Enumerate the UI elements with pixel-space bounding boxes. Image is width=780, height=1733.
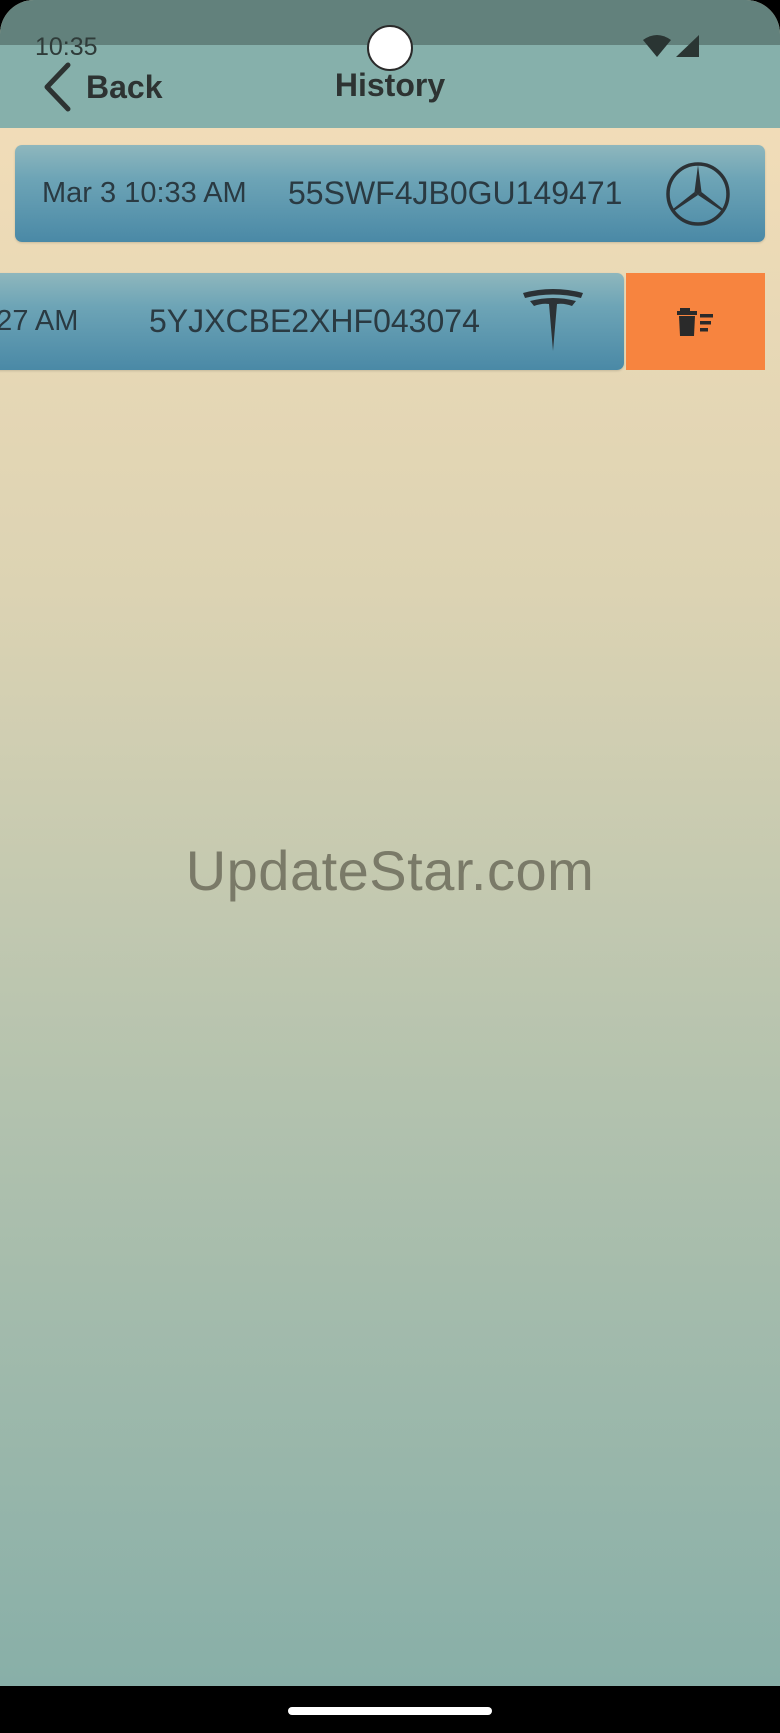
signal-icon — [676, 35, 699, 57]
history-row[interactable]: Mar 3 10:33 AM 55SWF4JB0GU149471 — [15, 145, 765, 242]
home-indicator[interactable] — [288, 1707, 492, 1715]
status-time: 10:35 — [35, 33, 98, 61]
history-row-time: Mar 3 10:33 AM — [42, 177, 247, 209]
tesla-logo-icon — [523, 289, 583, 351]
screen: 10:35 Back History Mar 3 10:33 AM 55SWF4… — [0, 0, 780, 1686]
watermark: UpdateStar.com — [185, 839, 595, 902]
history-row-vin: 55SWF4JB0GU149471 — [288, 175, 623, 211]
history-row-time: 0:27 AM — [0, 305, 79, 337]
history-row[interactable]: 0:27 AM 5YJXCBE2XHF043074 — [0, 273, 624, 370]
camera-cutout — [367, 25, 413, 71]
mercedes-logo-icon — [666, 162, 730, 226]
delete-sweep-icon — [676, 307, 713, 336]
page-title: History — [334, 67, 446, 103]
wifi-icon — [643, 35, 671, 57]
delete-button[interactable] — [626, 273, 765, 370]
history-row-vin: 5YJXCBE2XHF043074 — [149, 303, 480, 339]
